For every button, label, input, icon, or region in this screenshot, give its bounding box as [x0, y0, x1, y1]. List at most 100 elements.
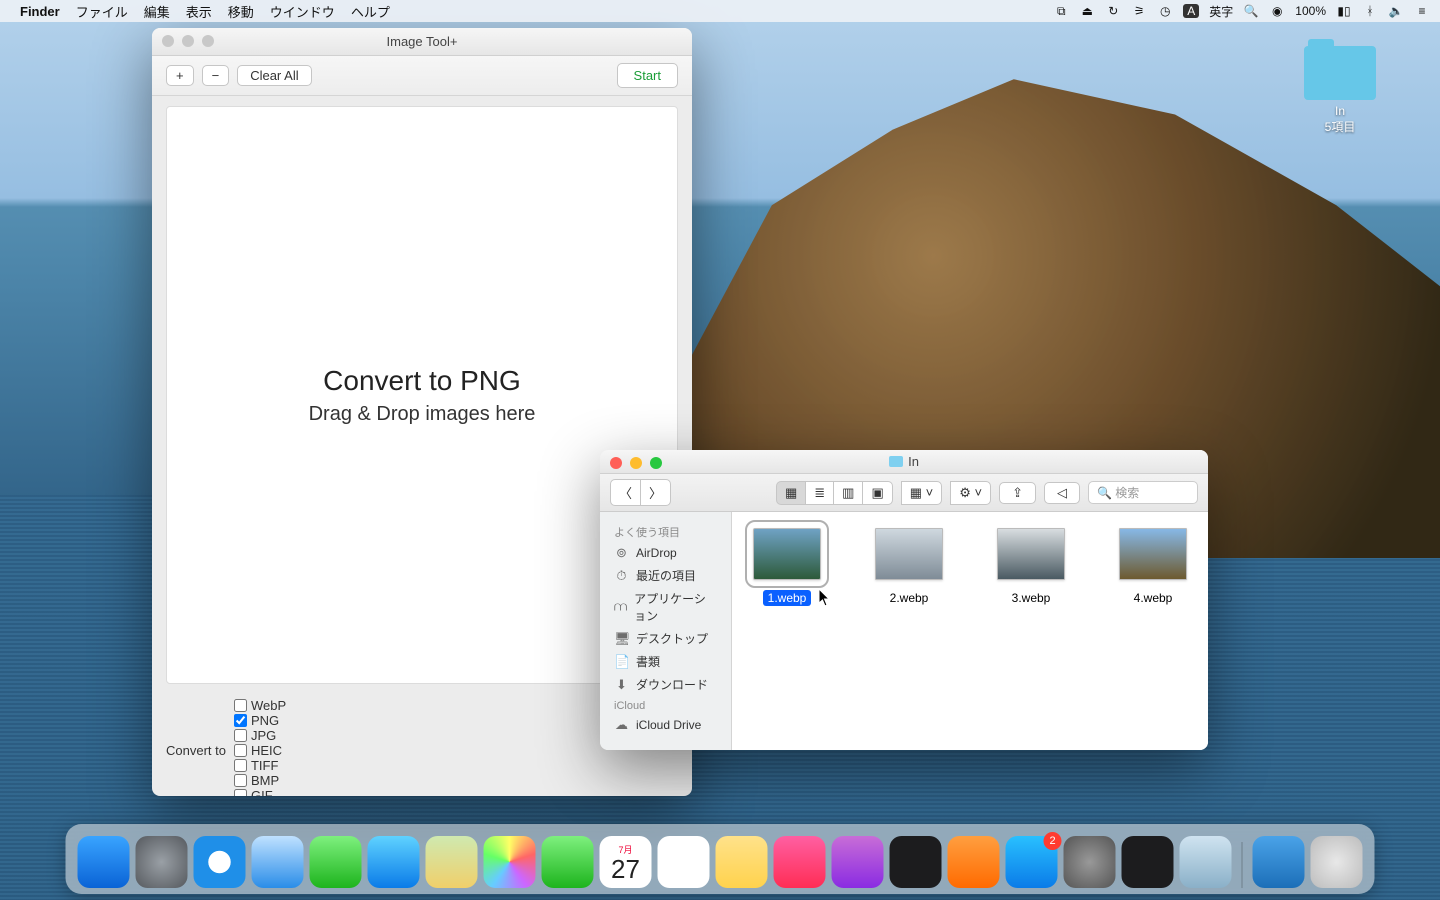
file-item[interactable]: 1.webp	[742, 528, 832, 606]
sidebar-icon: ⩋	[614, 599, 627, 615]
desktop-folder-sub: 5項目	[1300, 118, 1380, 135]
tags-button[interactable]: ◁	[1044, 482, 1080, 504]
dock-preview[interactable]	[1180, 836, 1232, 888]
format-tiff-checkbox[interactable]: TIFF	[234, 758, 286, 773]
dock-facetime[interactable]	[542, 836, 594, 888]
view-column-button[interactable]: ▥	[833, 481, 863, 505]
dock-chat[interactable]	[368, 836, 420, 888]
sidebar-item[interactable]: ⩋アプリケーション	[600, 587, 731, 627]
clock-icon[interactable]: ◷	[1157, 4, 1173, 18]
file-name: 4.webp	[1129, 590, 1178, 606]
zoom-icon[interactable]	[202, 35, 214, 47]
dock-podcasts[interactable]	[832, 836, 884, 888]
start-button[interactable]: Start	[617, 63, 678, 88]
dock-music[interactable]	[774, 836, 826, 888]
wifi-icon[interactable]: ⚞	[1131, 4, 1147, 18]
view-list-button[interactable]: ≣	[805, 481, 834, 505]
dock-appstore[interactable]: 2	[1006, 836, 1058, 888]
menubar-item[interactable]: ウインドウ	[270, 5, 335, 20]
convert-label: Convert to	[166, 743, 226, 758]
siri-icon[interactable]: ◉	[1269, 4, 1285, 18]
close-icon[interactable]	[162, 35, 174, 47]
file-item[interactable]: 4.webp	[1108, 528, 1198, 606]
spotlight-icon[interactable]: 🔍	[1243, 4, 1259, 18]
menubar-item[interactable]: 移動	[228, 5, 254, 20]
drop-subtitle: Drag & Drop images here	[309, 403, 536, 426]
zoom-icon[interactable]	[650, 457, 662, 469]
format-jpg-checkbox[interactable]: JPG	[234, 728, 286, 743]
battery-percent[interactable]: 100%	[1295, 4, 1326, 18]
minimize-icon[interactable]	[630, 457, 642, 469]
search-input[interactable]: 🔍 検索	[1088, 481, 1198, 504]
dock-settings[interactable]	[1064, 836, 1116, 888]
clearall-button[interactable]: Clear All	[237, 65, 311, 86]
notification-icon[interactable]: ≡	[1414, 4, 1430, 18]
dock-trash[interactable]	[1311, 836, 1363, 888]
ime-label[interactable]: 英字	[1209, 3, 1233, 20]
sidebar-item[interactable]: ⏱最近の項目	[600, 564, 731, 587]
finder-title: In	[908, 454, 919, 469]
view-mode-segment: ▦ ≣ ▥ ▣	[776, 481, 893, 505]
share-button[interactable]: ⇪	[999, 482, 1036, 504]
menubar-status: ⧉ ⏏ ↻ ⚞ ◷ A 英字 🔍 ◉ 100% ▮▯ ᚼ 🔈 ≡	[1053, 3, 1430, 20]
format-webp-checkbox[interactable]: WebP	[234, 698, 286, 713]
menubar-item[interactable]: ヘルプ	[351, 5, 390, 20]
view-gallery-button[interactable]: ▣	[862, 481, 892, 505]
dock-launchpad[interactable]	[136, 836, 188, 888]
timemachine-icon[interactable]: ↻	[1105, 4, 1121, 18]
format-gif-checkbox[interactable]: GIF	[234, 788, 286, 796]
file-name: 1.webp	[763, 590, 812, 606]
add-button[interactable]: +	[166, 65, 194, 86]
file-name: 3.webp	[1007, 590, 1056, 606]
file-item[interactable]: 3.webp	[986, 528, 1076, 606]
imagetool-titlebar[interactable]: Image Tool+	[152, 28, 692, 56]
dock-maps[interactable]	[426, 836, 478, 888]
format-bmp-checkbox[interactable]: BMP	[234, 773, 286, 788]
bluetooth-icon[interactable]: ᚼ	[1362, 4, 1378, 18]
eject-icon[interactable]: ⏏	[1079, 4, 1095, 18]
sidebar-item[interactable]: 📄書類	[600, 650, 731, 673]
imagetool-toolbar: + − Clear All Start	[152, 56, 692, 96]
sidebar-item[interactable]: ⊚AirDrop	[600, 542, 731, 564]
dock-downloads[interactable]	[1253, 836, 1305, 888]
dock-safari[interactable]	[194, 836, 246, 888]
file-item[interactable]: 2.webp	[864, 528, 954, 606]
dock-notes[interactable]	[716, 836, 768, 888]
forward-button[interactable]: 〉	[640, 479, 671, 506]
back-button[interactable]: 〈	[610, 479, 641, 506]
finder-file-area[interactable]: 1.webp 2.webp 3.webp 4.webp	[732, 512, 1208, 750]
file-thumb-icon	[753, 528, 821, 580]
remove-button[interactable]: −	[202, 65, 230, 86]
menubar-item[interactable]: 編集	[144, 5, 170, 20]
folder-icon	[1304, 46, 1376, 100]
dock-reminders[interactable]	[658, 836, 710, 888]
dock-activity[interactable]	[1122, 836, 1174, 888]
close-icon[interactable]	[610, 457, 622, 469]
sidebar-item[interactable]: ☁iCloud Drive	[600, 714, 731, 736]
minimize-icon[interactable]	[182, 35, 194, 47]
dock-calendar[interactable]: 7月27	[600, 836, 652, 888]
dock-tv[interactable]	[890, 836, 942, 888]
menubar-app[interactable]: Finder	[20, 4, 60, 19]
dock-finder[interactable]	[78, 836, 130, 888]
action-button[interactable]: ⚙ ˅	[950, 481, 991, 505]
ime-badge-icon[interactable]: A	[1183, 4, 1199, 18]
dock-mail[interactable]	[252, 836, 304, 888]
dock-books[interactable]	[948, 836, 1000, 888]
view-icon-button[interactable]: ▦	[776, 481, 806, 505]
volume-icon[interactable]: 🔈	[1388, 4, 1404, 18]
screenrec-icon[interactable]: ⧉	[1053, 4, 1069, 19]
sidebar-item[interactable]: 🖥デスクトップ	[600, 627, 731, 650]
dock-messages[interactable]	[310, 836, 362, 888]
battery-icon[interactable]: ▮▯	[1336, 4, 1352, 18]
sidebar-item[interactable]: ⬇ダウンロード	[600, 673, 731, 696]
menubar-item[interactable]: 表示	[186, 5, 212, 20]
format-png-checkbox[interactable]: PNG	[234, 713, 286, 728]
menubar-item[interactable]: ファイル	[76, 5, 128, 20]
drop-title: Convert to PNG	[323, 365, 521, 397]
dock-photos[interactable]	[484, 836, 536, 888]
desktop-folder-in[interactable]: In 5項目	[1300, 46, 1380, 135]
group-button[interactable]: ▦ ˅	[901, 481, 943, 505]
format-heic-checkbox[interactable]: HEIC	[234, 743, 286, 758]
finder-titlebar[interactable]: In	[600, 450, 1208, 474]
